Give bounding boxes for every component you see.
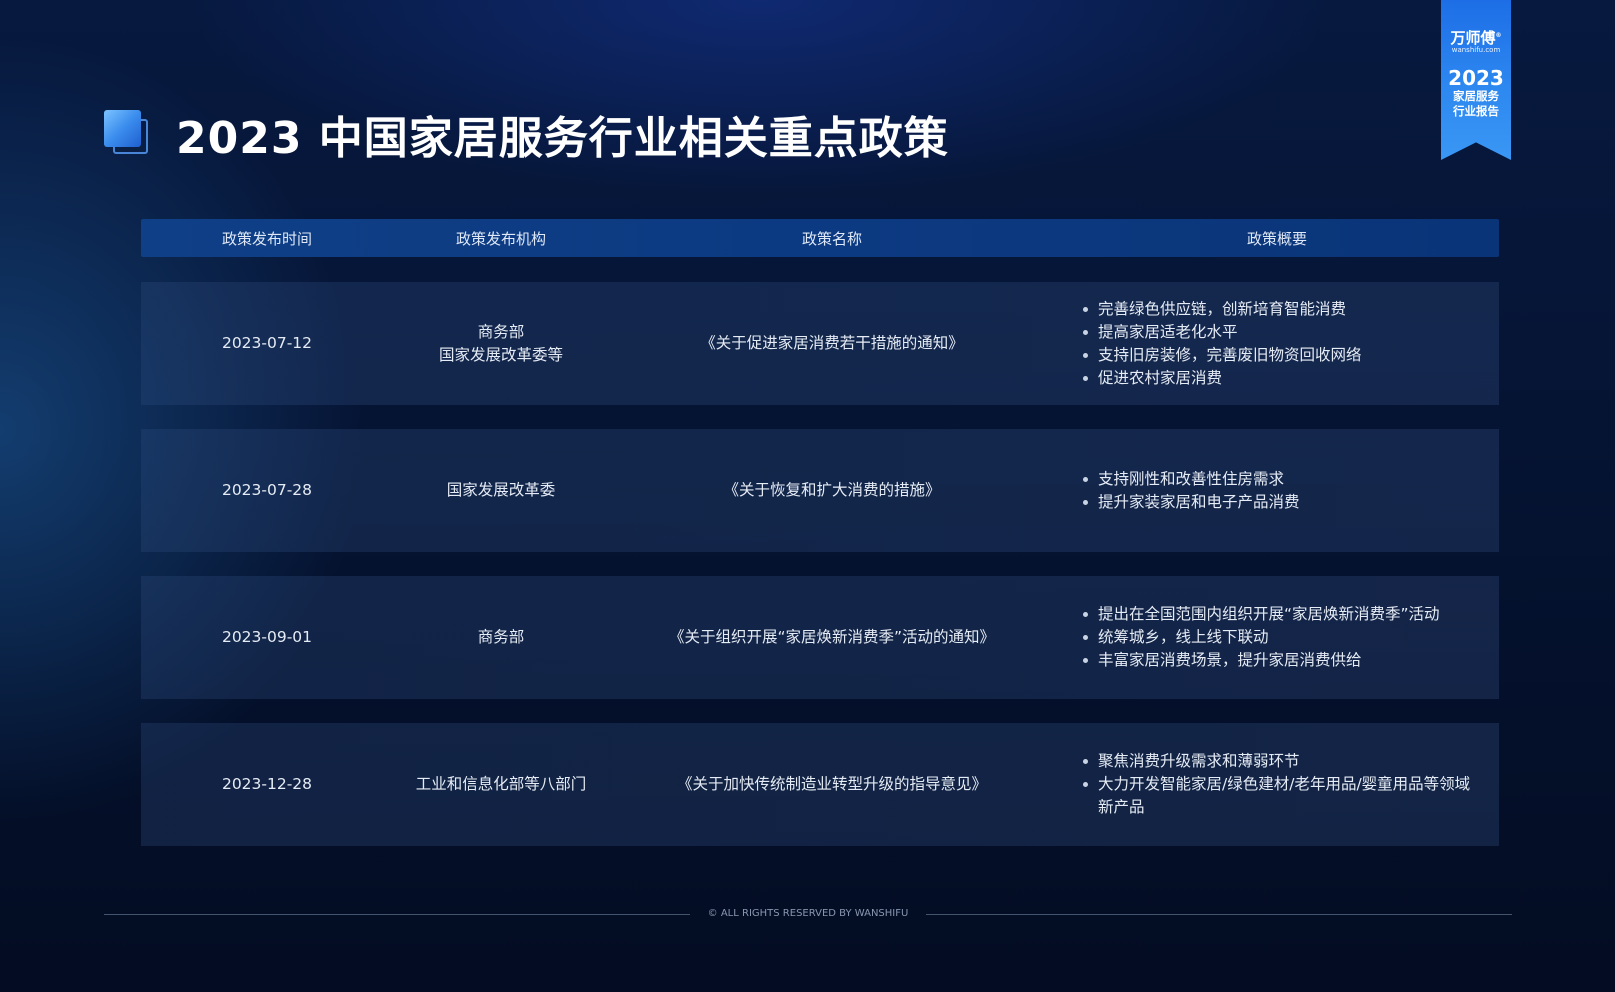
summary-item: 促进农村家居消费 xyxy=(1083,367,1362,390)
summary-item: 支持刚性和改善性住房需求 xyxy=(1083,468,1300,491)
badge-line-2: 行业报告 xyxy=(1453,104,1499,118)
summary-item: 支持旧房装修，完善废旧物资回收网络 xyxy=(1083,344,1362,367)
report-badge: 万师傅® wanshifu.com 2023 家居服务 行业报告 xyxy=(1441,0,1511,160)
row-policy-name: 《关于促进家居消费若干措施的通知》 xyxy=(700,334,964,352)
summary-item: 提出在全国范围内组织开展“家居焕新消费季”活动 xyxy=(1083,603,1440,626)
summary-list: 支持刚性和改善性住房需求 提升家装家居和电子产品消费 xyxy=(1055,468,1300,514)
footer-divider-right xyxy=(926,914,1512,915)
row-org: 商务部 国家发展改革委等 xyxy=(393,282,609,405)
table-header: 政策发布时间 政策发布机构 政策名称 政策概要 xyxy=(141,219,1499,257)
summary-list: 聚焦消费升级需求和薄弱环节 大力开发智能家居/绿色建材/老年用品/婴童用品等领域… xyxy=(1055,750,1473,819)
row-date: 2023-09-01 xyxy=(221,628,313,646)
summary-item: 完善绿色供应链，创新培育智能消费 xyxy=(1083,298,1362,321)
summary-item: 大力开发智能家居/绿色建材/老年用品/婴童用品等领域新产品 xyxy=(1083,773,1473,819)
org-line: 工业和信息化部等八部门 xyxy=(415,775,587,793)
org-line: 国家发展改革委 xyxy=(446,481,556,499)
table-row: 2023-12-28 工业和信息化部等八部门 《关于加快传统制造业转型升级的指导… xyxy=(141,723,1499,846)
summary-list: 完善绿色供应链，创新培育智能消费 提高家居适老化水平 支持旧房装修，完善废旧物资… xyxy=(1055,298,1362,390)
badge-line-1: 家居服务 xyxy=(1453,89,1499,103)
brand-site: wanshifu.com xyxy=(1451,46,1501,54)
summary-item: 聚焦消费升级需求和薄弱环节 xyxy=(1083,750,1473,773)
org-line: 商务部 xyxy=(477,628,525,646)
footer: © ALL RIGHTS RESERVED BY WANSHIFU xyxy=(104,906,1512,922)
badge-year: 2023 xyxy=(1448,66,1504,90)
title-square-icon xyxy=(104,110,150,156)
summary-item: 提升家装家居和电子产品消费 xyxy=(1083,491,1300,514)
org-line: 国家发展改革委等 xyxy=(438,345,563,364)
row-date: 2023-07-12 xyxy=(221,334,313,352)
header-summary: 政策概要 xyxy=(1246,229,1307,248)
row-policy-name: 《关于恢复和扩大消费的措施》 xyxy=(723,481,941,499)
row-summary: 聚焦消费升级需求和薄弱环节 大力开发智能家居/绿色建材/老年用品/婴童用品等领域… xyxy=(1055,723,1499,846)
org-line: 商务部 xyxy=(477,322,525,341)
summary-item: 丰富家居消费场景，提升家居消费供给 xyxy=(1083,649,1440,672)
table-row: 2023-09-01 商务部 《关于组织开展“家居焕新消费季”活动的通知》 提出… xyxy=(141,576,1499,699)
table-row: 2023-07-28 国家发展改革委 《关于恢复和扩大消费的措施》 支持刚性和改… xyxy=(141,429,1499,552)
footer-divider-left xyxy=(104,914,690,915)
header-date: 政策发布时间 xyxy=(221,229,312,248)
title-square-fill xyxy=(104,110,141,147)
row-date: 2023-12-28 xyxy=(221,775,313,793)
summary-item: 提高家居适老化水平 xyxy=(1083,321,1362,344)
brand-logo: 万师傅® xyxy=(1450,29,1502,47)
page-title: 2023 中国家居服务行业相关重点政策 xyxy=(176,113,949,164)
row-summary: 完善绿色供应链，创新培育智能消费 提高家居适老化水平 支持旧房装修，完善废旧物资… xyxy=(1055,282,1499,405)
row-org: 国家发展改革委 xyxy=(393,429,609,552)
row-summary: 提出在全国范围内组织开展“家居焕新消费季”活动 统筹城乡，线上线下联动 丰富家居… xyxy=(1055,576,1499,699)
table-row: 2023-07-12 商务部 国家发展改革委等 《关于促进家居消费若干措施的通知… xyxy=(141,282,1499,405)
copyright-text: © ALL RIGHTS RESERVED BY WANSHIFU xyxy=(707,908,909,919)
row-summary: 支持刚性和改善性住房需求 提升家装家居和电子产品消费 xyxy=(1055,429,1499,552)
row-org: 商务部 xyxy=(393,576,609,699)
header-name: 政策名称 xyxy=(801,229,862,248)
row-org: 工业和信息化部等八部门 xyxy=(393,723,609,846)
header-org: 政策发布机构 xyxy=(455,229,546,248)
summary-list: 提出在全国范围内组织开展“家居焕新消费季”活动 统筹城乡，线上线下联动 丰富家居… xyxy=(1055,603,1440,672)
row-policy-name: 《关于组织开展“家居焕新消费季”活动的通知》 xyxy=(668,628,996,646)
row-date: 2023-07-28 xyxy=(221,481,313,499)
summary-item: 统筹城乡，线上线下联动 xyxy=(1083,626,1440,649)
row-policy-name: 《关于加快传统制造业转型升级的指导意见》 xyxy=(676,775,987,793)
